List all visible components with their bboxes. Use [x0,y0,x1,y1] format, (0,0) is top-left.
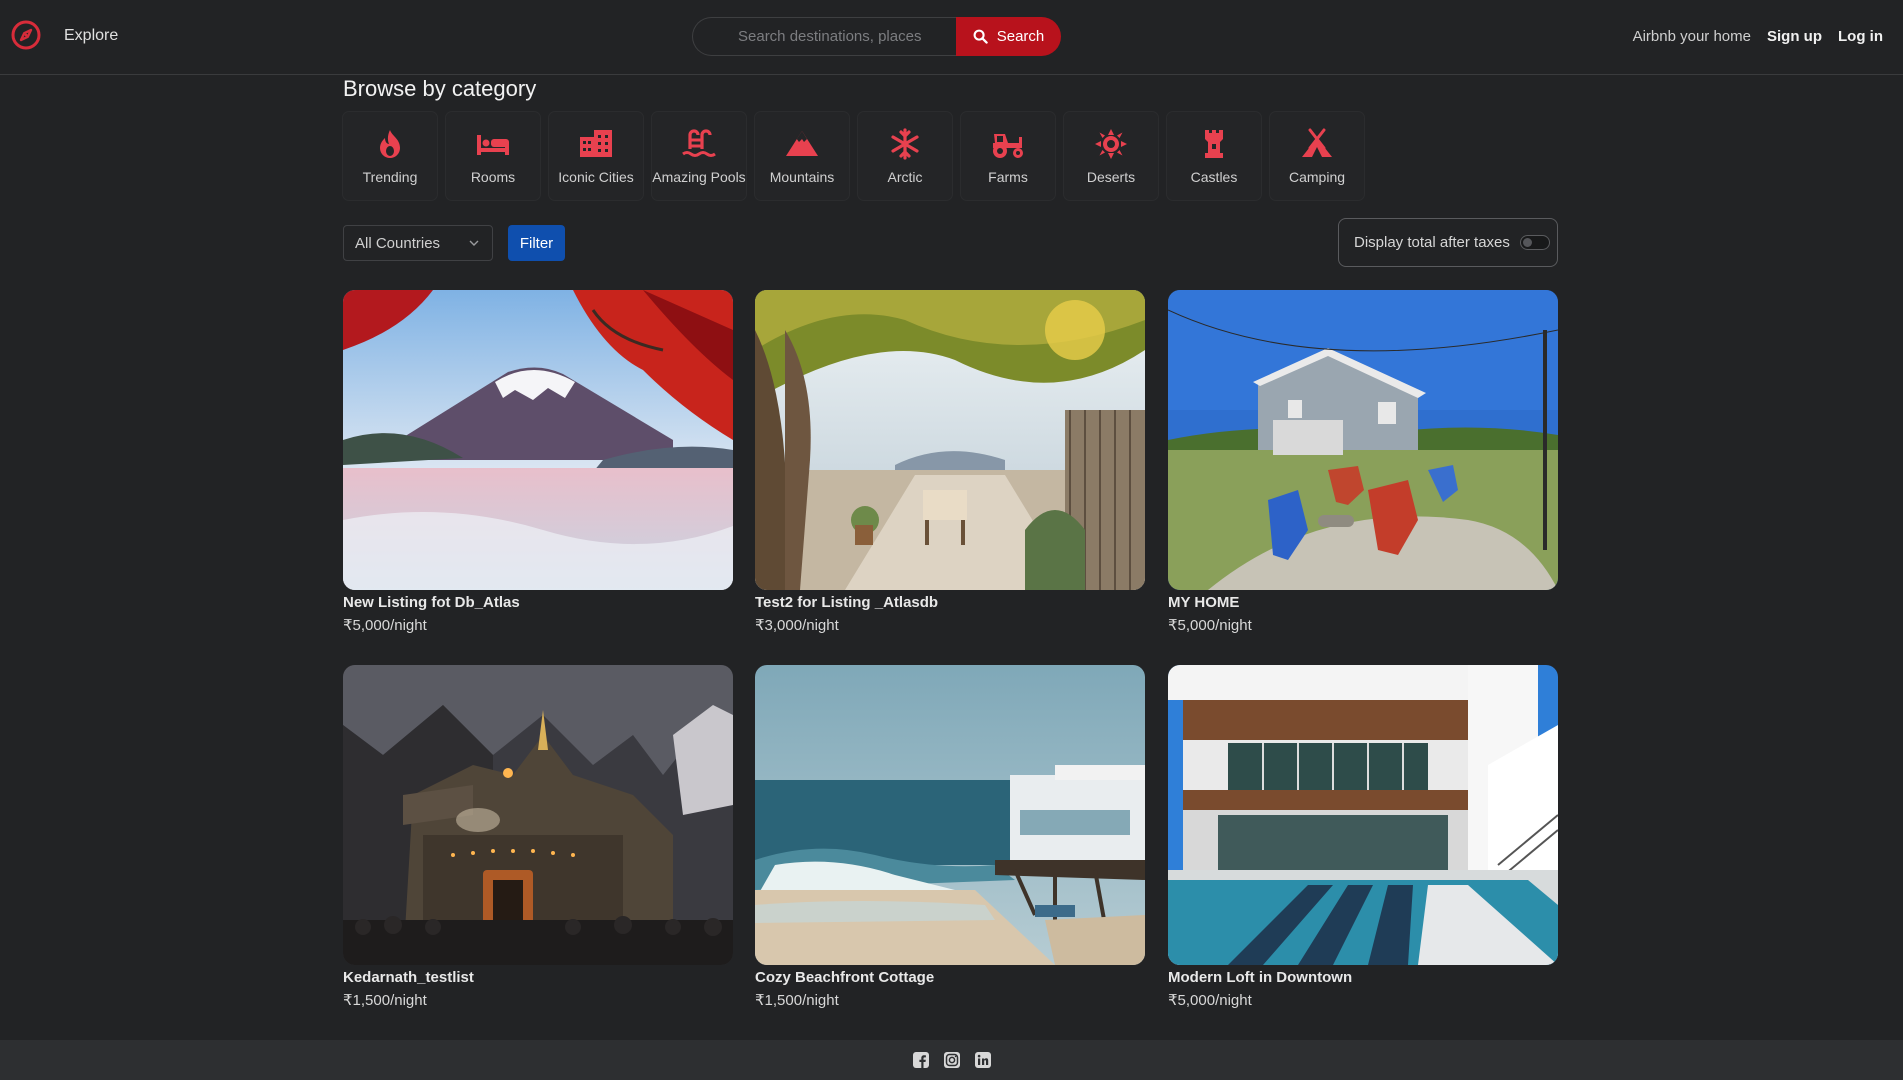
category-label: Iconic Cities [558,169,634,185]
category-rooms[interactable]: Rooms [446,112,540,200]
category-iconic-cities[interactable]: Iconic Cities [549,112,643,200]
listing-price: ₹3,000/night [755,617,839,634]
category-label: Deserts [1086,169,1136,185]
category-label: Rooms [470,169,516,185]
snowflake-icon [891,128,919,160]
linkedin-icon[interactable] [974,1051,992,1069]
listing-title: Modern Loft in Downtown [1168,969,1353,986]
signup-link[interactable]: Sign up [1767,28,1822,45]
navbar: Explore Search Airbnb your home Sign up … [0,0,1903,75]
listing-image[interactable] [1168,290,1558,590]
nav-links: Airbnb your home Sign up Log in [1633,28,1883,45]
category-camping[interactable]: Camping [1270,112,1364,200]
listing-price: ₹1,500/night [343,992,427,1009]
host-link[interactable]: Airbnb your home [1633,28,1751,45]
listing-image[interactable] [343,290,733,590]
listing-card[interactable]: Kedarnath_testlist ₹1,500/night [343,665,733,1009]
country-select-value: All Countries [355,234,441,252]
castle-icon [1205,130,1223,158]
explore-link[interactable]: Explore [64,27,118,45]
category-list: Trending Rooms Iconic Cities Amazing Poo… [343,112,1364,200]
listing-card[interactable]: Test2 for Listing _Atlasdb ₹3,000/night [755,290,1145,634]
footer [0,1040,1903,1080]
category-label: Amazing Pools [652,169,746,185]
search-bar: Search [692,17,1061,56]
chevron-down-icon [469,240,479,246]
compass-icon[interactable] [10,19,42,51]
category-label: Camping [1288,169,1346,185]
mountain-icon [786,131,818,156]
listing-title: Test2 for Listing _Atlasdb [755,594,939,611]
listing-price: ₹5,000/night [343,617,427,634]
fire-icon [380,130,400,158]
instagram-icon[interactable] [943,1051,961,1069]
campground-icon [1302,128,1332,157]
search-button-label: Search [996,28,1045,45]
listing-image[interactable] [755,290,1145,590]
category-farms[interactable]: Farms [961,112,1055,200]
listing-card[interactable]: MY HOME ₹5,000/night [1168,290,1558,634]
listing-image[interactable] [1168,665,1558,965]
search-button[interactable]: Search [956,17,1061,56]
listing-title: Cozy Beachfront Cottage [755,969,935,986]
filter-button[interactable]: Filter [508,225,565,261]
listing-title: New Listing fot Db_Atlas [343,594,520,611]
search-icon [973,29,988,44]
category-castles[interactable]: Castles [1167,112,1261,200]
pool-icon [682,129,716,157]
category-label: Farms [988,169,1028,185]
category-amazing-pools[interactable]: Amazing Pools [652,112,746,200]
category-label: Castles [1190,169,1238,185]
category-label: Mountains [769,169,835,185]
tax-toggle-label: Display total after taxes [1354,234,1510,251]
tax-toggle[interactable]: Display total after taxes [1338,218,1558,267]
listing-title: Kedarnath_testlist [343,969,474,986]
category-label: Arctic [887,169,923,185]
listing-image[interactable] [755,665,1145,965]
listing-card[interactable]: New Listing fot Db_Atlas ₹5,000/night [343,290,733,634]
listing-title: MY HOME [1168,594,1240,611]
category-arctic[interactable]: Arctic [858,112,952,200]
category-trending[interactable]: Trending [343,112,437,200]
bed-icon [477,135,509,155]
category-label: Trending [362,169,418,185]
login-link[interactable]: Log in [1838,28,1883,45]
country-select[interactable]: All Countries [343,225,493,261]
tractor-icon [993,134,1023,158]
tax-toggle-switch[interactable] [1519,235,1550,250]
city-icon [580,130,612,157]
listing-card[interactable]: Cozy Beachfront Cottage ₹1,500/night [755,665,1145,1009]
category-deserts[interactable]: Deserts [1064,112,1158,200]
listing-price: ₹5,000/night [1168,992,1252,1009]
listing-price: ₹1,500/night [755,992,839,1009]
search-input[interactable] [692,17,972,56]
facebook-icon[interactable] [912,1051,930,1069]
listing-image[interactable] [343,665,733,965]
listing-price: ₹5,000/night [1168,617,1252,634]
listing-card[interactable]: Modern Loft in Downtown ₹5,000/night [1168,665,1558,1009]
category-heading: Browse by category [343,76,537,101]
category-mountains[interactable]: Mountains [755,112,849,200]
sun-icon [1095,129,1127,159]
